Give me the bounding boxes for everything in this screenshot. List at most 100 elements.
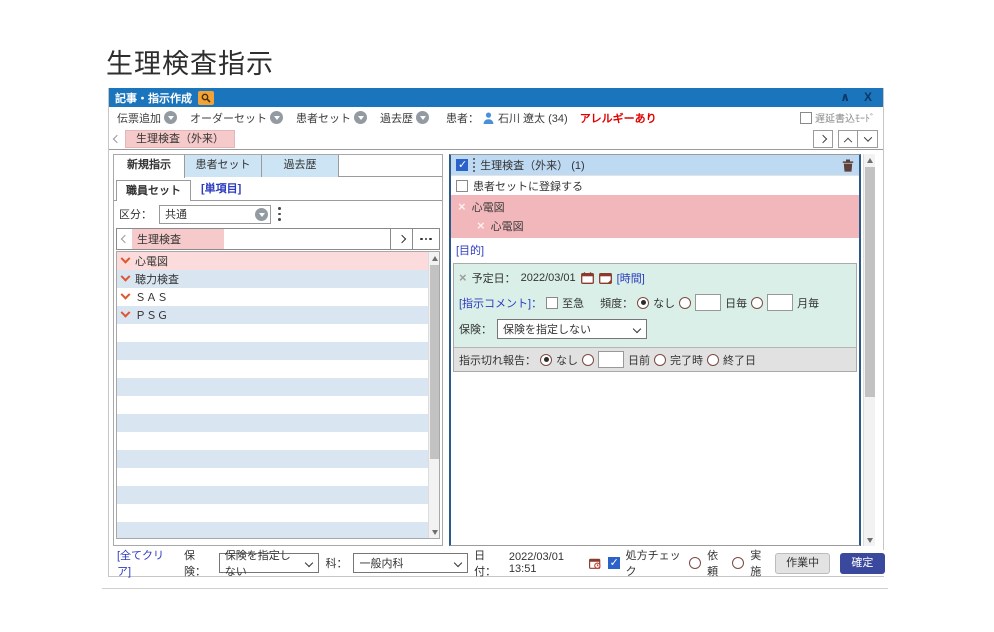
list-item-label: 聴力検査 — [135, 271, 179, 287]
subtab-staff-set[interactable]: 職員セット — [116, 180, 191, 201]
rx-check-label: 処方チェック — [626, 547, 683, 579]
search-back-button[interactable] — [117, 229, 132, 249]
exam-list-scrollbar[interactable] — [428, 252, 439, 538]
search-scope[interactable]: 生理検査 — [132, 229, 224, 249]
freq-daily-radio[interactable] — [679, 297, 691, 309]
register-checkbox[interactable] — [456, 180, 468, 192]
department-select[interactable]: 一般内科 — [353, 553, 468, 573]
search-button[interactable] — [198, 91, 214, 105]
request-label: 依頼 — [707, 547, 726, 579]
menu-order-set[interactable]: オーダーセット — [190, 110, 283, 126]
list-item[interactable] — [117, 342, 428, 360]
scroll-down-icon[interactable] — [864, 534, 875, 546]
list-item[interactable]: ＰＳＧ — [117, 306, 428, 324]
tab-down-button[interactable] — [858, 130, 878, 148]
list-item[interactable] — [117, 468, 428, 486]
execute-radio[interactable] — [732, 557, 744, 569]
list-item[interactable] — [117, 486, 428, 504]
tab-scroll-left-icon[interactable] — [113, 134, 121, 142]
tab-physio-exam[interactable]: 生理検査（外来） — [125, 130, 235, 148]
scrollbar-thumb[interactable] — [430, 265, 439, 459]
order-comment-link[interactable]: [指示コメント]： — [459, 295, 542, 311]
chevron-down-icon — [121, 289, 131, 299]
clear-all-link[interactable]: [全てクリア] — [117, 547, 170, 579]
request-radio[interactable] — [689, 557, 701, 569]
confirm-button[interactable]: 確定 — [840, 553, 885, 574]
insurance-select[interactable]: 保険を指定しない — [219, 553, 320, 573]
freq-daily-input[interactable] — [695, 294, 721, 311]
expiry-days-radio[interactable] — [582, 354, 594, 366]
list-item-label: ＰＳＧ — [135, 307, 168, 323]
right-panel-scrollbar[interactable] — [863, 154, 875, 546]
search-more-button[interactable] — [412, 229, 439, 249]
rx-check-checkbox[interactable] — [608, 557, 620, 569]
expiry-none-radio[interactable] — [540, 354, 552, 366]
list-item[interactable] — [117, 324, 428, 342]
list-item[interactable] — [117, 504, 428, 522]
list-item[interactable] — [117, 360, 428, 378]
working-button[interactable]: 作業中 — [775, 553, 829, 574]
expiry-enddate-radio[interactable] — [707, 354, 719, 366]
remove-item-icon[interactable]: × — [477, 219, 485, 232]
scroll-up-icon[interactable] — [864, 154, 875, 166]
list-item[interactable]: 心電図 — [117, 252, 428, 270]
close-button[interactable]: X — [860, 88, 876, 107]
person-icon — [483, 112, 494, 124]
expiry-days-input[interactable] — [598, 351, 624, 368]
remove-item-icon[interactable]: × — [458, 200, 466, 213]
tab-history[interactable]: 過去歴 — [262, 155, 339, 177]
left-panel-tabs: 新規指示 患者セット 過去歴 — [114, 155, 442, 177]
freq-none-radio[interactable] — [637, 297, 649, 309]
delete-order-button[interactable] — [842, 159, 854, 172]
search-input[interactable] — [224, 229, 390, 249]
window-title: 記事・指示作成 — [115, 90, 192, 106]
category-menu-dots[interactable] — [278, 207, 281, 220]
tab-up-button[interactable] — [838, 130, 858, 148]
insurance-select[interactable]: 保険を指定しない — [497, 319, 647, 339]
bottom-separator — [102, 588, 888, 589]
menu-label: 伝票追加 — [117, 110, 161, 126]
scrollbar-thumb[interactable] — [865, 167, 875, 397]
menu-add-slip[interactable]: 伝票追加 — [117, 110, 177, 126]
freq-monthly-input[interactable] — [767, 294, 793, 311]
tab-patient-set[interactable]: 患者セット — [185, 155, 262, 177]
chevron-right-icon — [819, 134, 827, 142]
time-link[interactable]: [時間] — [617, 270, 645, 286]
tab-new-order[interactable]: 新規指示 — [114, 155, 185, 178]
insurance-row: 保険： 保険を指定しない — [459, 315, 851, 342]
scroll-up-icon[interactable] — [429, 252, 440, 264]
delay-write-checkbox[interactable] — [800, 112, 812, 124]
category-select[interactable]: 共通 — [159, 205, 271, 224]
list-item[interactable] — [117, 432, 428, 450]
expiry-complete-radio[interactable] — [654, 354, 666, 366]
calendar-flip-icon[interactable] — [599, 272, 612, 284]
left-panel: 新規指示 患者セット 過去歴 職員セット [単項目] 区分： 共通 生理検査 — [113, 154, 443, 546]
freq-monthly-radio[interactable] — [751, 297, 763, 309]
search-go-button[interactable] — [390, 229, 412, 249]
drag-handle-dots[interactable] — [473, 158, 475, 172]
list-item[interactable] — [117, 378, 428, 396]
list-item[interactable] — [117, 396, 428, 414]
order-checkbox[interactable] — [456, 159, 468, 171]
list-item[interactable] — [117, 450, 428, 468]
tab-next-button[interactable] — [813, 130, 833, 148]
calendar-clock-icon[interactable] — [589, 557, 601, 570]
remove-date-icon[interactable]: × — [459, 271, 467, 284]
purpose-link[interactable]: [目的] — [456, 242, 484, 258]
ordered-item-row[interactable]: × 心電図 — [451, 197, 859, 216]
scroll-down-icon[interactable] — [429, 526, 440, 538]
ordered-item-label: 心電図 — [472, 199, 505, 215]
schedule-section: × 予定日： 2022/03/01 — [454, 264, 856, 347]
list-item[interactable]: 聴力検査 — [117, 270, 428, 288]
list-item[interactable] — [117, 414, 428, 432]
calendar-icon[interactable] — [581, 272, 594, 284]
single-item-link[interactable]: [単項目] — [201, 180, 241, 200]
list-item[interactable] — [117, 522, 428, 538]
list-item[interactable]: ＳＡＳ — [117, 288, 428, 306]
ordered-item-row[interactable]: × 心電図 — [451, 216, 859, 235]
urgent-checkbox[interactable] — [546, 297, 558, 309]
minimize-button[interactable]: ∧ — [836, 88, 854, 107]
menu-history[interactable]: 過去歴 — [380, 110, 429, 126]
menu-patient-set[interactable]: 患者セット — [296, 110, 367, 126]
delay-write-mode[interactable]: 遅延書込ﾓｰﾄﾞ — [800, 110, 875, 125]
